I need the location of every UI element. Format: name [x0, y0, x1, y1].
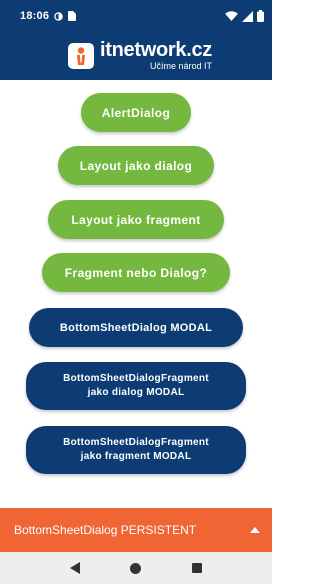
nav-recents-button[interactable] [187, 558, 207, 578]
alert-dialog-button-label: AlertDialog [101, 105, 171, 120]
sim-card-icon [68, 11, 77, 21]
status-bar: 18:06 [0, 0, 272, 32]
fragment-or-dialog-button-label: Fragment nebo Dialog? [64, 265, 208, 280]
app-bar: itnetwork.cz Učíme národ IT [0, 32, 272, 80]
signal-icon [242, 10, 253, 22]
status-time: 18:06 [20, 10, 50, 22]
battery-icon [257, 10, 264, 22]
logo-mark-icon [68, 43, 94, 69]
button-line-2: jako dialog MODAL [87, 387, 185, 398]
bottom-sheet-label: BottomSheetDialog PERSISTENT [14, 523, 197, 537]
bottom-sheet-dialog-modal-button-label: BottomSheetDialog MODAL [59, 321, 213, 334]
caret-up-icon[interactable] [250, 527, 260, 533]
nav-home-button[interactable] [126, 558, 146, 578]
bottom-sheet-fragment-fragment-modal-button[interactable]: BottomSheetDialogFragment jako fragment … [26, 426, 246, 474]
button-line-2: jako fragment MODAL [80, 451, 192, 462]
home-icon [130, 562, 142, 574]
logo-name: itnetwork.cz [100, 39, 212, 61]
status-left: 18:06 [20, 10, 77, 22]
button-line-1: BottomSheetDialogFragment [63, 437, 209, 448]
button-line-1: BottomSheetDialogFragment [63, 373, 209, 384]
fragment-or-dialog-button[interactable]: Fragment nebo Dialog? [42, 253, 230, 292]
back-icon [69, 562, 80, 574]
logo-text: itnetwork.cz Učíme národ IT [100, 40, 212, 72]
layout-fragment-button-label: Layout jako fragment [71, 212, 201, 227]
nav-back-button[interactable] [65, 558, 85, 578]
logo-tagline: Učíme národ IT [149, 61, 212, 71]
half-circle-icon [54, 11, 63, 21]
alert-dialog-button[interactable]: AlertDialog [81, 93, 191, 132]
status-right [225, 10, 264, 22]
layout-dialog-button-label: Layout jako dialog [79, 158, 193, 173]
bottom-sheet-fragment-dialog-modal-button[interactable]: BottomSheetDialogFragment jako dialog MO… [26, 362, 246, 410]
bottom-sheet-dialog-modal-button[interactable]: BottomSheetDialog MODAL [29, 308, 243, 347]
layout-fragment-button[interactable]: Layout jako fragment [48, 200, 224, 239]
bottom-sheet-persistent-bar[interactable]: BottomSheetDialog PERSISTENT [0, 508, 272, 552]
wifi-icon [225, 11, 238, 21]
system-nav-bar [0, 552, 272, 584]
layout-dialog-button[interactable]: Layout jako dialog [58, 146, 214, 185]
recents-icon [192, 563, 203, 573]
itnetwork-logo: itnetwork.cz Učíme národ IT [68, 40, 212, 72]
